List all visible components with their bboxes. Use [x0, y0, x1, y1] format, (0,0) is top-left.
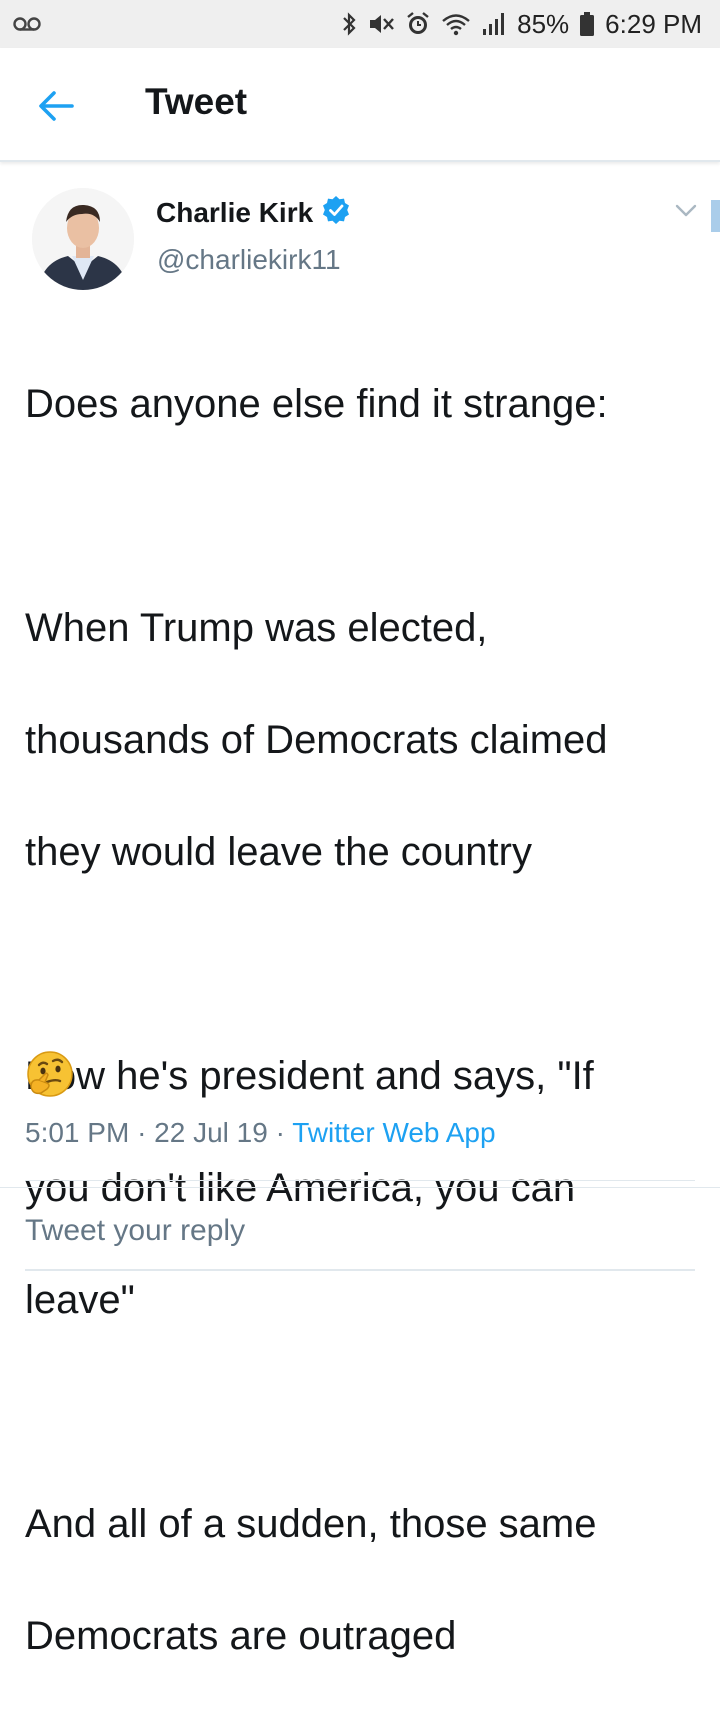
tweet-source-link[interactable]: Twitter Web App [292, 1117, 495, 1148]
battery-icon [579, 11, 595, 37]
wifi-icon [441, 12, 471, 36]
tweet-line: When Trump was elected, [25, 606, 488, 650]
divider [0, 1187, 720, 1188]
tweet-line: leave" [25, 1278, 135, 1322]
tweet-time: 5:01 PM [25, 1117, 130, 1148]
voicemail-icon [12, 16, 42, 32]
status-bar: 85% 6:29 PM [0, 0, 720, 48]
tweet-line-break [25, 936, 705, 992]
reply-underline [25, 1269, 695, 1271]
author-name[interactable]: Charlie Kirk [156, 197, 313, 229]
tweet-date: 22 Jul 19 [154, 1117, 268, 1148]
tweet-line: you don't like America, you can [25, 1166, 576, 1210]
tweet-line-break [25, 488, 705, 544]
back-arrow-icon [39, 91, 74, 121]
bluetooth-icon [341, 11, 357, 37]
meta-separator: · [275, 1117, 285, 1148]
page-title: Tweet [145, 81, 248, 122]
avatar[interactable] [32, 188, 134, 290]
thinking-face-emoji-icon [25, 1049, 75, 1099]
author-name-row: Charlie Kirk [156, 195, 351, 230]
signal-icon [481, 11, 507, 37]
clock: 6:29 PM [605, 8, 702, 39]
tweet-line: they would leave the country [25, 830, 532, 874]
tweet-line: Now he's president and says, "If [25, 1054, 594, 1098]
tweet-line: Does anyone else find it strange: [25, 382, 608, 426]
mute-icon [367, 11, 395, 37]
avatar-portrait-icon [32, 188, 134, 290]
back-button[interactable] [36, 88, 76, 124]
tweet-menu-button[interactable] [674, 200, 698, 220]
author-handle[interactable]: @charliekirk11 [157, 244, 341, 276]
alarm-icon [405, 11, 431, 37]
tweet-line-break [25, 1384, 705, 1440]
divider [25, 1180, 695, 1181]
status-bar-right: 85% 6:29 PM [341, 9, 702, 40]
app-header: Tweet [0, 48, 720, 162]
tweet-line: Democrats are outraged [25, 1614, 457, 1658]
tweet-text: Does anyone else find it strange: When T… [25, 320, 705, 1720]
tweet-line: thousands of Democrats claimed [25, 718, 608, 762]
chevron-down-icon [675, 204, 697, 217]
battery-percent: 85% [517, 8, 570, 39]
scroll-indicator [711, 200, 720, 232]
verified-badge-icon [321, 195, 351, 230]
reply-input[interactable]: Tweet your reply [25, 1214, 245, 1248]
meta-separator: · [137, 1117, 147, 1148]
status-bar-left [12, 16, 42, 32]
tweet-line: And all of a sudden, those same [25, 1502, 597, 1546]
tweet-meta: 5:01 PM · 22 Jul 19 · Twitter Web App [25, 1117, 496, 1149]
